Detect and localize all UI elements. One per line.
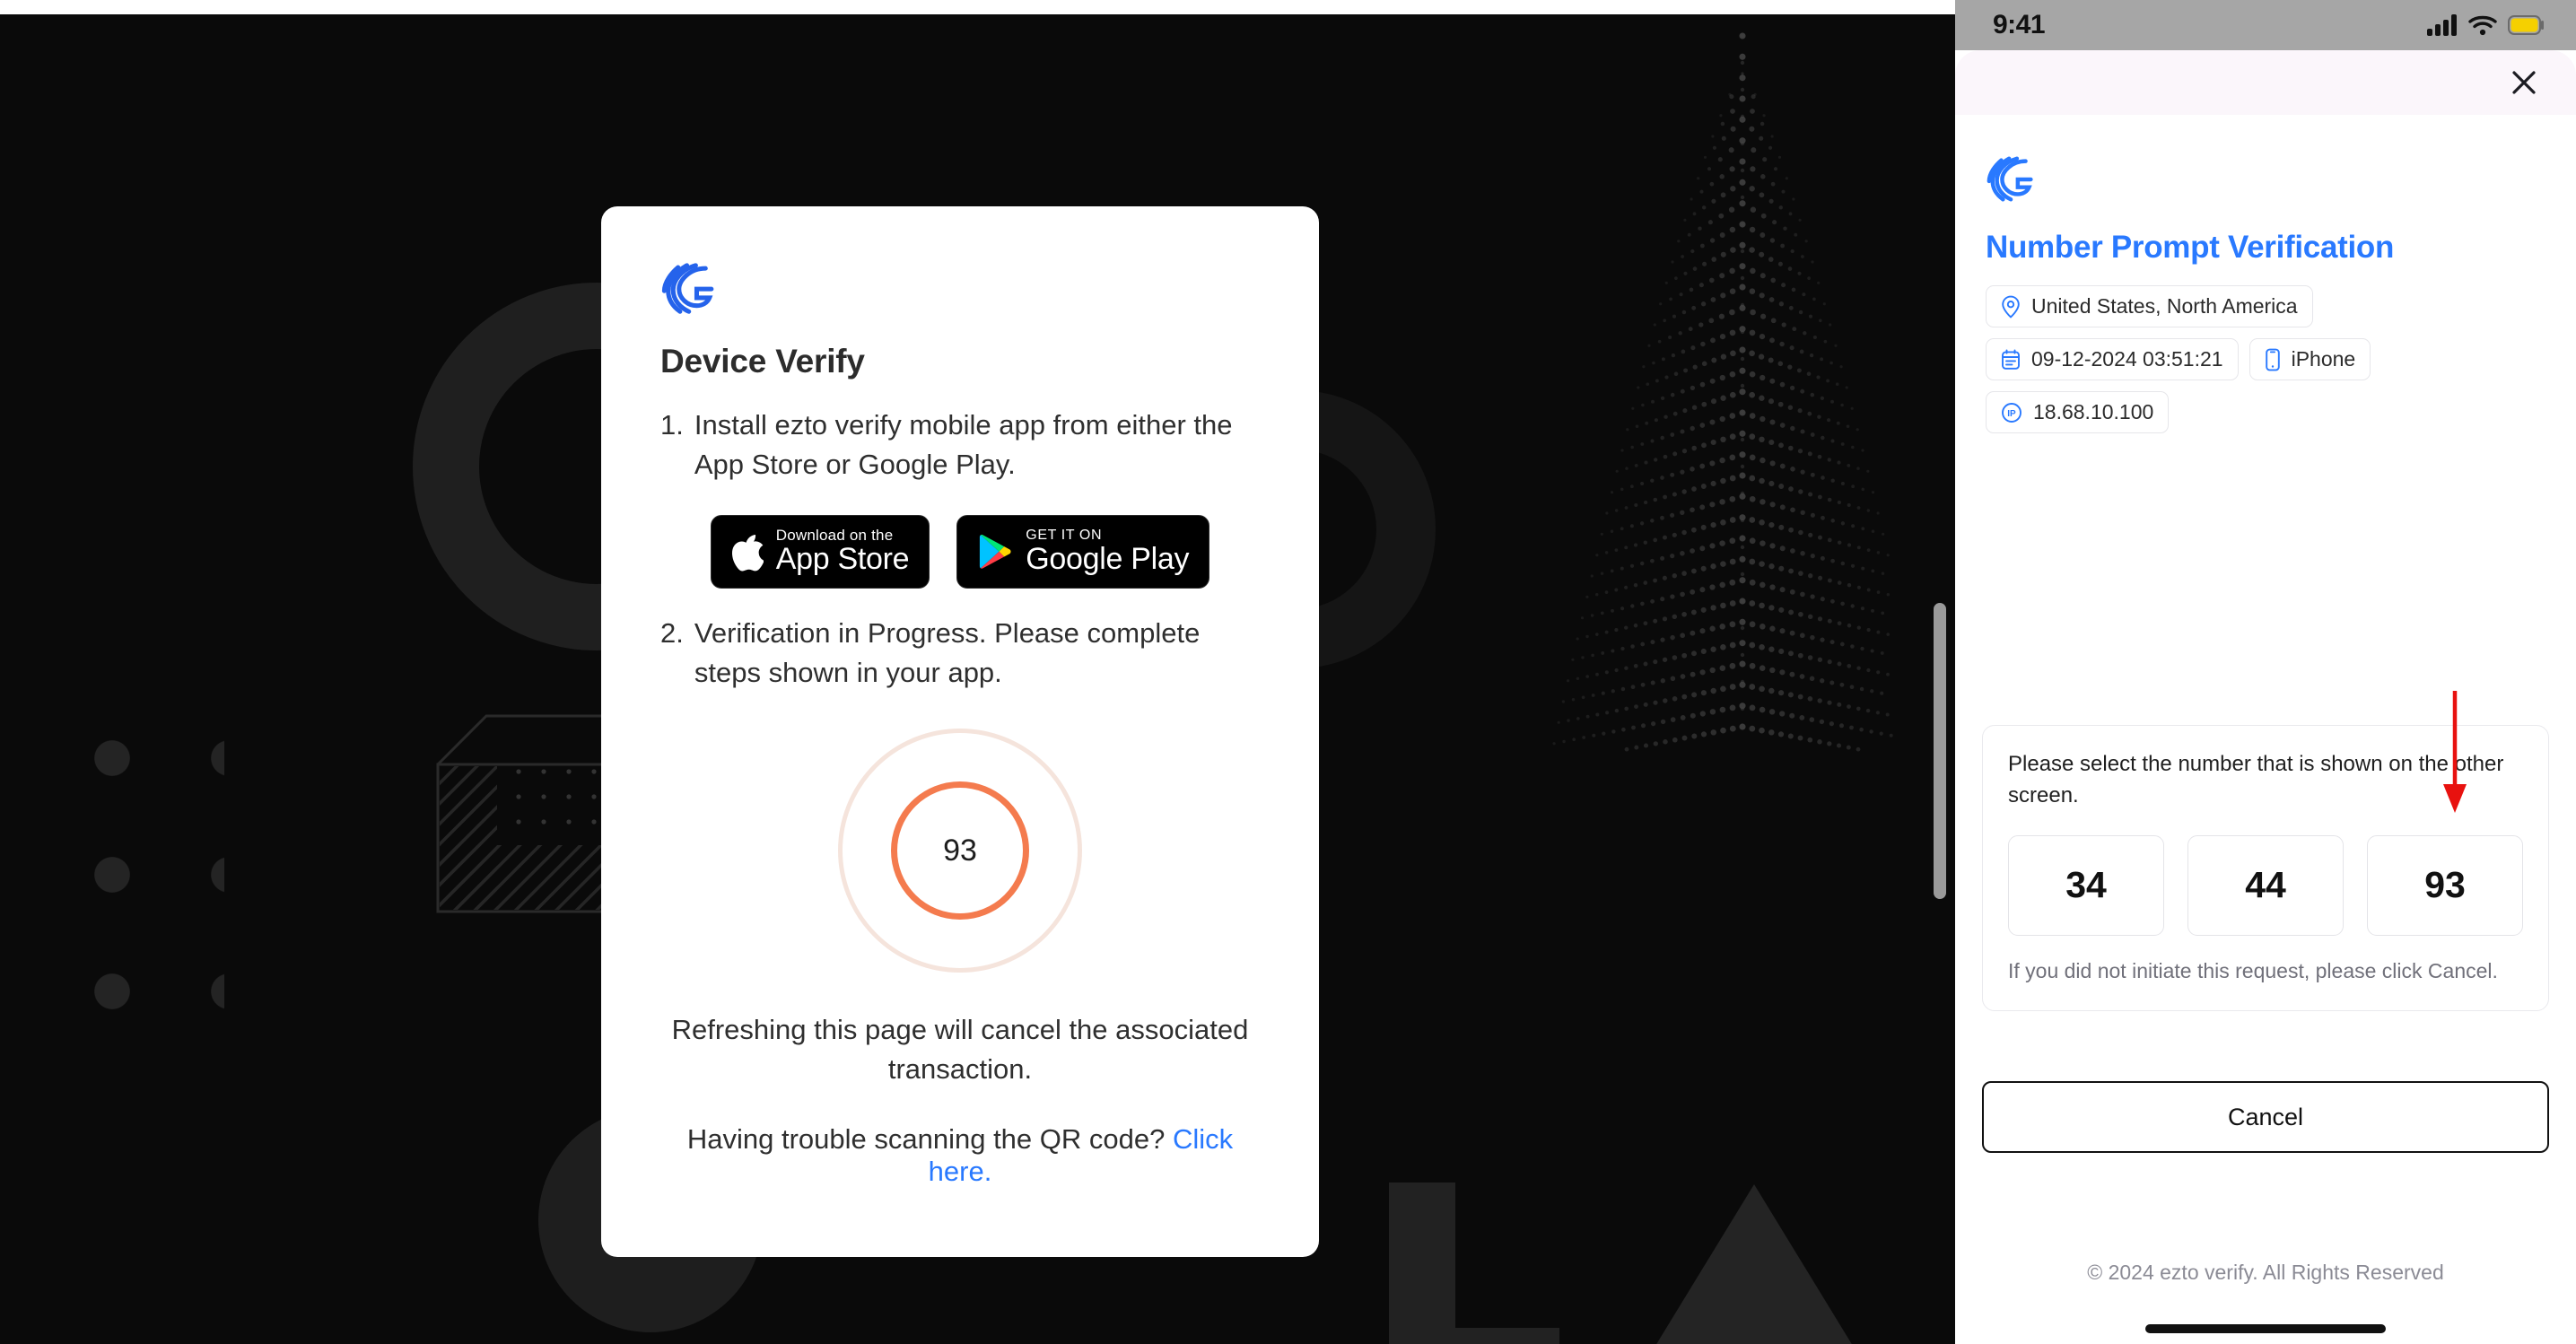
- chip-timestamp: 09-12-2024 03:51:21: [1986, 338, 2239, 380]
- phone-device-icon: [2265, 348, 2281, 371]
- google-play-badge-label: Google Play: [1026, 541, 1190, 576]
- app-store-badge[interactable]: Download on the App Store: [710, 515, 930, 589]
- chip-device-label: iPhone: [2291, 347, 2356, 371]
- step-text: Verification in Progress. Please complet…: [694, 617, 1201, 689]
- chip-device: iPhone: [2249, 338, 2371, 380]
- google-play-icon: [980, 534, 1011, 569]
- decorative-triangle-shape: [1655, 1184, 1853, 1344]
- close-sheet-button[interactable]: [2504, 63, 2544, 102]
- progress-inner-ring: 93: [891, 781, 1029, 921]
- page-scrollbar[interactable]: [1934, 603, 1946, 899]
- number-option-2[interactable]: 44: [2187, 834, 2344, 936]
- chip-location: United States, North America: [1986, 285, 2313, 327]
- session-info-chips: United States, North America 09-12-2024 …: [1986, 285, 2545, 433]
- wifi-icon: [2468, 15, 2497, 36]
- cellular-signal-icon: [2427, 14, 2457, 36]
- progress-number: 93: [943, 833, 977, 868]
- step-number: 1.: [660, 409, 684, 441]
- card-title: Device Verify: [660, 343, 865, 380]
- progress-outer-ring: 93: [838, 729, 1082, 973]
- phone-footer-copyright: © 2024 ezto verify. All Rights Reserved: [2087, 1261, 2444, 1284]
- decorative-dotted-leaf: [1516, 27, 1893, 754]
- chip-ip-label: 18.68.10.100: [2033, 400, 2154, 423]
- phone-page-title: Number Prompt Verification: [1986, 230, 2395, 265]
- step-text: Install ezto verify mobile app from eith…: [694, 409, 1233, 481]
- decorative-l-shape: [1389, 1183, 1559, 1344]
- verification-progress: 93: [660, 729, 1260, 973]
- step-item-2: 2. Verification in Progress. Please comp…: [660, 614, 1260, 693]
- status-bar-time: 9:41: [1993, 10, 2046, 39]
- ezto-verify-logo-icon: [1987, 156, 2033, 202]
- chip-row-1: United States, North America: [1986, 285, 2545, 327]
- google-play-badge[interactable]: GET IT ON Google Play: [956, 515, 1210, 589]
- app-store-badge-label: App Store: [775, 542, 910, 577]
- location-pin-icon: [2001, 295, 2021, 319]
- cancel-button[interactable]: Cancel: [1982, 1081, 2549, 1153]
- browser-top-strip: [0, 0, 1955, 14]
- screen-root: Device Verify 1. Install ezto verify mob…: [0, 0, 2576, 1344]
- number-option-1[interactable]: 34: [2008, 834, 2164, 936]
- browser-content-pane: Device Verify 1. Install ezto verify mob…: [0, 0, 1955, 1344]
- home-indicator: [2145, 1324, 2386, 1333]
- svg-text:IP: IP: [2007, 409, 2016, 419]
- decorative-dot-grid: [54, 700, 224, 1086]
- status-bar-icons: [2427, 14, 2545, 36]
- device-verify-card: Device Verify 1. Install ezto verify mob…: [601, 206, 1319, 1257]
- annotation-arrow: [2443, 691, 2467, 813]
- calendar-icon: [2001, 348, 2021, 371]
- chip-ip-address: IP 18.68.10.100: [1986, 391, 2170, 433]
- qr-help-line: Having trouble scanning the QR code? Cli…: [660, 1123, 1260, 1188]
- phone-status-bar: 9:41: [1955, 0, 2576, 50]
- chip-location-label: United States, North America: [2031, 294, 2298, 318]
- number-options-row: 34 44 93: [2008, 834, 2523, 936]
- step-item-1: 1. Install ezto verify mobile app from e…: [660, 406, 1260, 484]
- chip-row-3: IP 18.68.10.100: [1986, 391, 2545, 433]
- ip-address-icon: IP: [2001, 402, 2022, 423]
- chip-timestamp-label: 09-12-2024 03:51:21: [2031, 347, 2223, 371]
- battery-icon: [2508, 15, 2544, 35]
- chip-row-2: 09-12-2024 03:51:21 iPhone: [1986, 338, 2545, 380]
- cancel-hint-text: If you did not initiate this request, pl…: [2008, 958, 2498, 982]
- store-badges-row: Download on the App Store GET IT ON Goog…: [660, 515, 1260, 589]
- qr-help-text: Having trouble scanning the QR code?: [686, 1123, 1173, 1156]
- sheet-header-bar: [1955, 50, 2576, 115]
- phone-sheet-body: Number Prompt Verification United States…: [1955, 115, 2576, 433]
- ezto-verify-logo-icon: [661, 263, 714, 314]
- close-icon: [2512, 71, 2536, 94]
- apple-logo-icon: [731, 535, 764, 572]
- step-number: 2.: [660, 617, 684, 650]
- refresh-warning-text: Refreshing this page will cancel the ass…: [671, 1014, 1249, 1086]
- phone-preview-pane: 9:41 Number Prompt Verification United S…: [1955, 0, 2576, 1344]
- number-option-3[interactable]: 93: [2367, 834, 2523, 936]
